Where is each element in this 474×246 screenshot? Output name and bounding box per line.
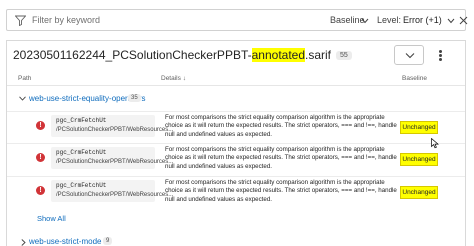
more-icon[interactable] bbox=[435, 45, 447, 65]
filter-input[interactable]: Filter by keyword Baseline Level: Error … bbox=[6, 9, 468, 31]
details-text: For most comparisons the strict equality… bbox=[165, 146, 397, 170]
file-title-suffix: .sarif bbox=[305, 48, 332, 62]
error-icon: ! bbox=[36, 121, 45, 130]
filter-bar: Filter by keyword Baseline Level: Error … bbox=[0, 0, 474, 40]
baseline-badge: Unchanged bbox=[400, 153, 438, 166]
file-title: 20230501162244_PCSolutionCheckerPPBT-ann… bbox=[13, 48, 352, 62]
path-location: /PCSolutionCheckerPPBT/WebResources... bbox=[56, 127, 174, 133]
rule-group-title[interactable]: web-use-strict-mode bbox=[29, 237, 101, 246]
show-all-link[interactable]: Show All bbox=[37, 214, 66, 223]
header-divider bbox=[7, 85, 465, 86]
column-header-baseline[interactable]: Baseline bbox=[402, 75, 427, 82]
details-text: For most comparisons the strict equality… bbox=[165, 114, 397, 138]
rule-group[interactable]: web-use-strict-mode 9 bbox=[7, 236, 465, 246]
column-header-details-label: Details bbox=[161, 75, 181, 82]
path-location: /PCSolutionCheckerPPBT/WebResources... bbox=[56, 159, 174, 165]
path-cell[interactable]: pgc_CrmFetchUt /PCSolutionCheckerPPBT/We… bbox=[51, 147, 173, 169]
filter-placeholder: Filter by keyword bbox=[32, 15, 101, 25]
path-cell[interactable]: pgc_CrmFetchUt /PCSolutionCheckerPPBT/We… bbox=[51, 115, 173, 137]
file-title-prefix: 20230501162244_PCSolutionCheckerPPBT- bbox=[13, 48, 252, 62]
column-header-details[interactable]: Details ↓ bbox=[161, 75, 186, 82]
close-icon[interactable] bbox=[459, 16, 468, 25]
chevron-down-icon[interactable] bbox=[447, 18, 455, 24]
level-label: Level: bbox=[377, 15, 402, 25]
chevron-right-icon[interactable] bbox=[21, 239, 26, 246]
result-count-badge: 55 bbox=[336, 51, 352, 60]
error-icon: ! bbox=[36, 186, 45, 195]
rule-group-count: 9 bbox=[103, 237, 113, 245]
sort-arrow-icon: ↓ bbox=[182, 75, 186, 82]
path-cell[interactable]: pgc_CrmFetchUt /PCSolutionCheckerPPBT/We… bbox=[51, 180, 173, 202]
result-row[interactable]: ! pgc_CrmFetchUt /PCSolutionCheckerPPBT/… bbox=[7, 111, 465, 141]
baseline-badge: Unchanged bbox=[400, 186, 438, 199]
chevron-down-icon[interactable] bbox=[361, 18, 369, 24]
collapse-button[interactable] bbox=[394, 45, 424, 65]
path-location: /PCSolutionCheckerPPBT/WebResources... bbox=[56, 192, 174, 198]
chevron-down-icon bbox=[405, 53, 415, 59]
chevron-down-icon[interactable] bbox=[19, 96, 26, 101]
rule-group[interactable]: web-use-strict-equality-operators 35 bbox=[7, 92, 465, 106]
column-header-path[interactable]: Path bbox=[18, 75, 31, 82]
result-row[interactable]: ! pgc_CrmFetchUt /PCSolutionCheckerPPBT/… bbox=[7, 143, 465, 173]
rule-group-count: 35 bbox=[128, 94, 141, 102]
path-artifact: pgc_CrmFetchUt bbox=[56, 182, 107, 189]
filter-icon bbox=[15, 15, 26, 26]
level-dropdown[interactable]: Error (+1) bbox=[403, 15, 442, 25]
details-text: For most comparisons the strict equality… bbox=[165, 179, 397, 203]
sarif-file-card: 20230501162244_PCSolutionCheckerPPBT-ann… bbox=[6, 40, 466, 246]
file-title-highlight: annotated bbox=[251, 48, 306, 62]
baseline-badge: Unchanged bbox=[400, 121, 438, 134]
baseline-dropdown[interactable]: Baseline bbox=[330, 15, 365, 25]
path-artifact: pgc_CrmFetchUt bbox=[56, 149, 107, 156]
path-artifact: pgc_CrmFetchUt bbox=[56, 117, 107, 124]
mouse-cursor-icon bbox=[431, 138, 439, 149]
result-row[interactable]: ! pgc_CrmFetchUt /PCSolutionCheckerPPBT/… bbox=[7, 176, 465, 206]
error-icon: ! bbox=[36, 153, 45, 162]
